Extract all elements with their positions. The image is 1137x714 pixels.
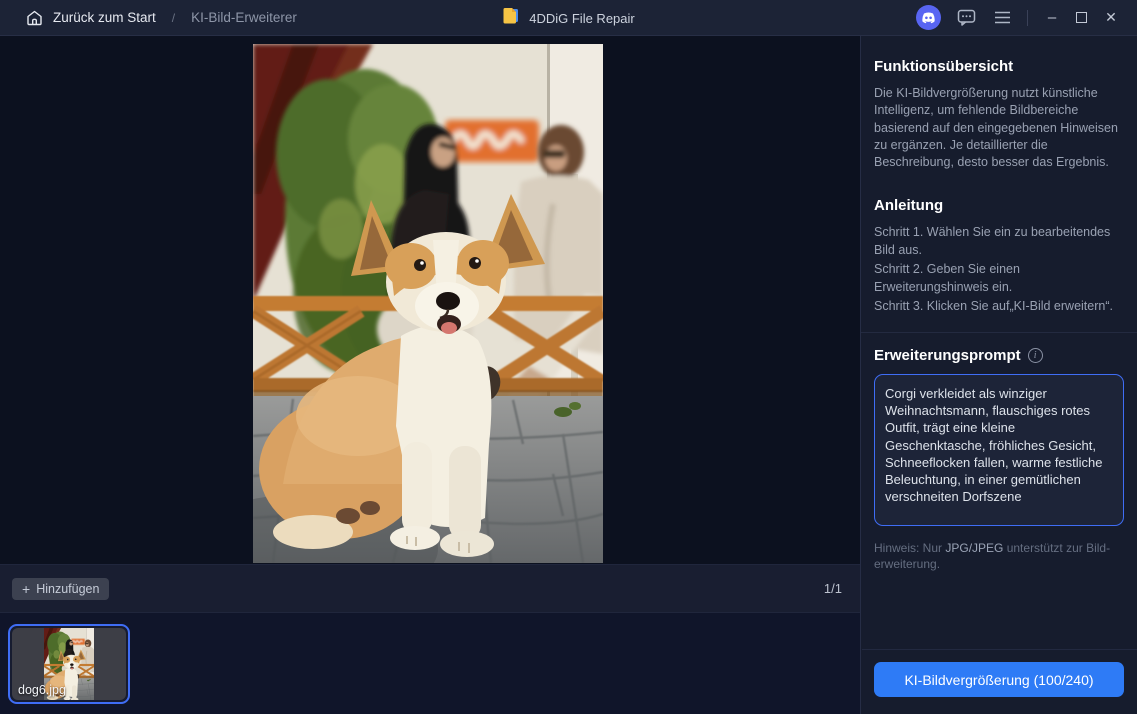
breadcrumb-current: KI-Bild-Erweiterer <box>191 10 297 25</box>
titlebar-divider <box>1027 9 1028 26</box>
guide-step-1: Schritt 1. Wählen Sie ein zu bearbeitend… <box>874 225 1111 257</box>
app-title: 4DDiG File Repair <box>529 10 635 26</box>
guide-step-3: Schritt 3. Klicken Sie auf„KI-Bild erwei… <box>874 299 1113 314</box>
sidebar-panel: Funktionsübersicht Die KI-Bildvergrößeru… <box>860 36 1137 714</box>
hint-prefix: Hinweis: Nur <box>874 540 946 555</box>
home-icon[interactable] <box>26 10 43 26</box>
preview-toolbar: + Hinzufügen 1/1 <box>0 564 860 612</box>
section-divider <box>861 331 1137 333</box>
app-file-icon <box>502 6 521 31</box>
image-counter: 1/1 <box>823 581 842 596</box>
feedback-icon[interactable] <box>955 7 977 29</box>
thumbnail-frame: dog6.jpg <box>12 628 126 700</box>
info-icon[interactable]: i <box>1027 347 1043 363</box>
menu-icon[interactable] <box>991 7 1013 29</box>
guide-step-2: Schritt 2. Geben Sie einen Erweiterungsh… <box>874 262 1020 294</box>
maximize-icon[interactable] <box>1076 12 1087 23</box>
add-image-label: Hinzufügen <box>36 581 100 596</box>
thumbnail-strip: dog6.jpg <box>0 612 860 714</box>
discord-icon[interactable] <box>916 5 941 30</box>
guide-steps: Schritt 1. Wählen Sie ein zu bearbeitend… <box>874 224 1124 316</box>
thumbnail-filename: dog6.jpg <box>18 683 66 697</box>
main-preview-image <box>253 44 603 563</box>
prompt-title: Erweiterungsprompt <box>874 346 1021 364</box>
prompt-input[interactable]: Corgi verkleidet als winziger Weihnachts… <box>874 373 1124 526</box>
overview-title: Funktionsübersicht <box>874 58 1014 75</box>
thumbnail-item-selected[interactable]: dog6.jpg <box>8 624 130 704</box>
main-preview-area: + Hinzufügen 1/1 dog6.jpg <box>0 36 860 714</box>
breadcrumb-back[interactable]: Zurück zum Start <box>53 10 156 25</box>
breadcrumb-separator: / <box>171 10 176 25</box>
minimize-icon[interactable]: – <box>1042 9 1062 26</box>
guide-title: Anleitung <box>874 197 944 215</box>
app-window: Zurück zum Start / KI-Bild-Erweiterer 4D… <box>0 0 1137 714</box>
format-hint: Hinweis: Nur JPG/JPEG unterstützt zur Bi… <box>874 540 1124 572</box>
button-divider <box>862 649 1137 650</box>
overview-text: Die KI-Bildvergrößerung nutzt künstliche… <box>874 86 1118 169</box>
close-icon[interactable]: ✕ <box>1101 9 1121 26</box>
ai-enlarge-button[interactable]: KI-Bildvergrößerung (100/240) <box>874 662 1124 697</box>
hint-format: JPG/JPEG <box>945 540 1004 555</box>
title-bar: Zurück zum Start / KI-Bild-Erweiterer 4D… <box>0 0 1137 36</box>
plus-icon: + <box>22 580 31 597</box>
add-image-button[interactable]: + Hinzufügen <box>12 577 110 600</box>
